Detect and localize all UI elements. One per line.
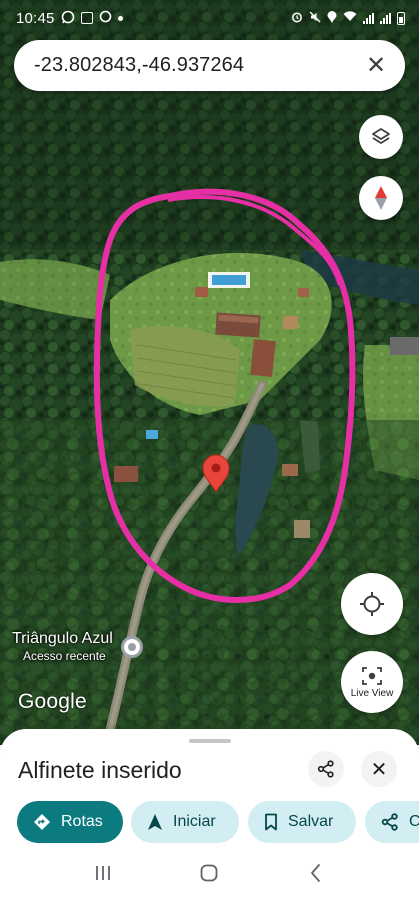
status-bar: 10:45 xyxy=(0,0,419,36)
sheet-close-button[interactable]: ✕ xyxy=(361,751,397,787)
mute-icon xyxy=(309,11,321,26)
close-icon[interactable]: ✕ xyxy=(363,51,389,80)
share-icon xyxy=(381,813,398,831)
directions-button[interactable]: Rotas xyxy=(17,801,123,843)
wifi-icon xyxy=(343,11,357,25)
home-button[interactable] xyxy=(189,853,229,893)
layers-icon xyxy=(372,128,390,144)
start-label: Iniciar xyxy=(173,813,216,830)
action-chips: Rotas Iniciar Salvar C xyxy=(17,801,419,843)
app-notification-icon xyxy=(99,10,112,26)
signal-icon xyxy=(380,12,391,24)
recent-apps-button[interactable] xyxy=(83,853,123,893)
back-button[interactable] xyxy=(296,853,336,893)
back-icon xyxy=(310,863,320,882)
place-label[interactable]: Triângulo Azul Acesso recente xyxy=(12,630,113,663)
drag-handle[interactable] xyxy=(189,739,231,743)
directions-label: Rotas xyxy=(61,813,103,830)
share-chip-label: C xyxy=(409,813,419,830)
battery-icon xyxy=(397,11,405,25)
dot-icon xyxy=(117,15,123,21)
layers-button[interactable] xyxy=(359,115,403,159)
place-subtitle: Acesso recente xyxy=(23,649,106,663)
navigation-arrow-icon xyxy=(148,814,162,830)
recent-apps-icon xyxy=(96,865,111,880)
live-view-button[interactable]: Live View xyxy=(341,651,403,713)
map-view[interactable]: 10:45 -23.802843,-46.937264 ✕ Triângulo … xyxy=(0,0,419,745)
home-icon xyxy=(201,864,218,881)
directions-icon xyxy=(34,814,50,830)
live-view-label: Live View xyxy=(350,687,394,699)
sheet-title: Alfinete inserido xyxy=(18,757,182,783)
search-bar[interactable]: -23.802843,-46.937264 ✕ xyxy=(14,40,405,91)
status-left: 10:45 xyxy=(16,10,123,27)
save-label: Salvar xyxy=(288,813,334,830)
location-icon xyxy=(327,10,337,26)
my-location-icon xyxy=(360,592,384,616)
status-time: 10:45 xyxy=(16,9,55,27)
share-icon xyxy=(317,760,334,778)
place-name: Triângulo Azul xyxy=(12,630,113,647)
whatsapp-icon xyxy=(61,10,75,27)
signal-icon xyxy=(363,12,374,24)
system-nav-bar xyxy=(0,845,419,900)
share-button[interactable] xyxy=(308,751,344,787)
google-logo: Google xyxy=(18,690,87,713)
app-notification-icon xyxy=(80,12,93,24)
save-button[interactable]: Salvar xyxy=(248,801,356,843)
alarm-icon xyxy=(291,11,303,26)
start-button[interactable]: Iniciar xyxy=(131,801,239,843)
compass-button[interactable] xyxy=(359,176,403,220)
live-view-icon xyxy=(362,666,382,685)
my-location-button[interactable] xyxy=(341,573,403,635)
place-marker-icon[interactable] xyxy=(121,636,143,658)
search-input[interactable]: -23.802843,-46.937264 xyxy=(34,54,363,77)
bookmark-icon xyxy=(265,813,277,831)
status-right xyxy=(291,10,405,26)
close-icon: ✕ xyxy=(370,758,388,781)
compass-icon xyxy=(375,186,387,210)
share-chip-button[interactable]: C xyxy=(365,801,419,843)
